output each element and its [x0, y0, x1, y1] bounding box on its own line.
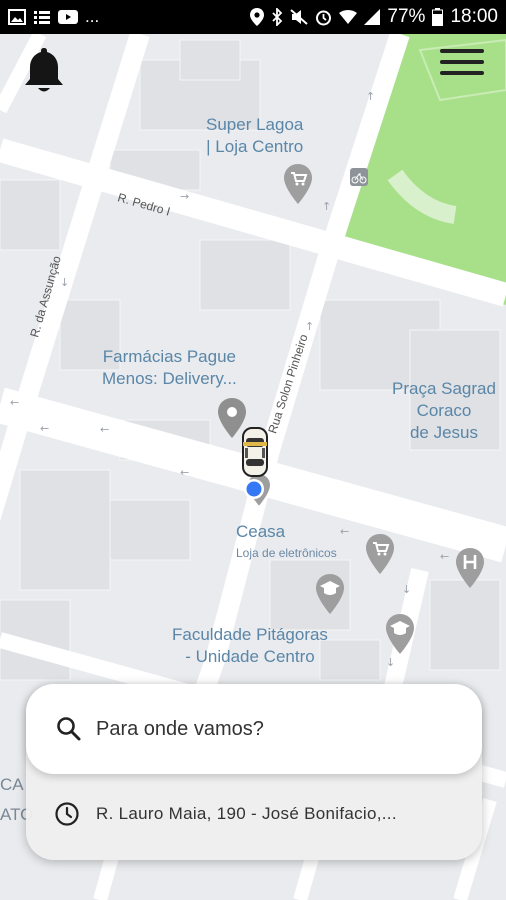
- status-overflow: ...: [85, 7, 100, 26]
- svg-text:←: ←: [10, 396, 19, 409]
- list-icon: [34, 11, 50, 24]
- svg-text:←: ←: [340, 525, 349, 538]
- svg-text:↑: ↑: [305, 320, 314, 333]
- svg-text:←: ←: [40, 422, 49, 435]
- svg-text:↓: ↓: [60, 276, 69, 289]
- svg-text:↑: ↑: [366, 90, 375, 103]
- svg-text:↓: ↓: [402, 583, 411, 596]
- place-label-farmacias[interactable]: Farmácias Pague Menos: Delivery...: [102, 346, 237, 390]
- place-label-super-lagoa[interactable]: Super Lagoa | Loja Centro: [206, 114, 303, 158]
- place-label-ceasa[interactable]: Ceasa: [236, 521, 285, 543]
- destination-card: Para onde vamos? R. Lauro Maia, 190 - Jo…: [26, 684, 482, 860]
- signal-icon: [364, 9, 381, 25]
- youtube-icon: [58, 10, 78, 24]
- menu-icon: [440, 49, 484, 75]
- svg-text:→: →: [180, 190, 189, 203]
- menu-button[interactable]: [440, 42, 484, 84]
- school-pin-icon[interactable]: [316, 574, 344, 614]
- clock-icon: [55, 802, 79, 826]
- wifi-icon: [339, 10, 358, 24]
- location-icon: [250, 8, 265, 26]
- status-left: ...: [8, 7, 99, 27]
- bicycle-icon: [350, 168, 368, 186]
- place-label-faculdade[interactable]: Faculdade Pitágoras - Unidade Centro: [172, 624, 328, 668]
- gallery-icon: [8, 9, 26, 25]
- shopping-cart-pin-icon-2[interactable]: [366, 534, 394, 574]
- svg-text:↓: ↓: [386, 656, 395, 669]
- school-pin-icon-2[interactable]: [386, 614, 414, 654]
- recent-destination-address: R. Lauro Maia, 190 - José Bonifacio,...: [96, 804, 397, 823]
- svg-text:←: ←: [100, 423, 109, 436]
- bluetooth-icon: [272, 8, 283, 26]
- clock-time: 18:00: [450, 6, 498, 27]
- place-label-loja-eletronicos: Loja de eletrônicos: [236, 546, 337, 560]
- destination-search-placeholder: Para onde vamos?: [96, 717, 264, 740]
- mute-icon: [290, 9, 309, 25]
- hospital-pin-icon[interactable]: [456, 548, 484, 588]
- svg-text:↑: ↑: [322, 200, 331, 213]
- car-icon: [242, 427, 268, 477]
- status-right: 77% 18:00: [250, 6, 498, 28]
- battery-icon: [432, 8, 444, 26]
- shopping-cart-pin-icon[interactable]: [284, 164, 312, 204]
- svg-text:←: ←: [180, 466, 189, 479]
- destination-search-box[interactable]: Para onde vamos?: [26, 684, 482, 774]
- edge-text-a: CA: [0, 775, 24, 794]
- current-location-dot: [244, 479, 264, 499]
- status-bar: ... 77% 18:00: [0, 0, 506, 34]
- battery-percent: 77%: [387, 6, 426, 27]
- alarm-icon: [316, 10, 332, 25]
- recent-destination-item[interactable]: R. Lauro Maia, 190 - José Bonifacio,...: [26, 784, 482, 844]
- place-label-praca[interactable]: Praça Sagrad Coraco de Jesus: [392, 378, 496, 444]
- search-icon: [57, 717, 81, 741]
- bell-icon: [25, 48, 63, 92]
- notifications-button[interactable]: [22, 44, 66, 96]
- svg-text:←: ←: [440, 550, 449, 563]
